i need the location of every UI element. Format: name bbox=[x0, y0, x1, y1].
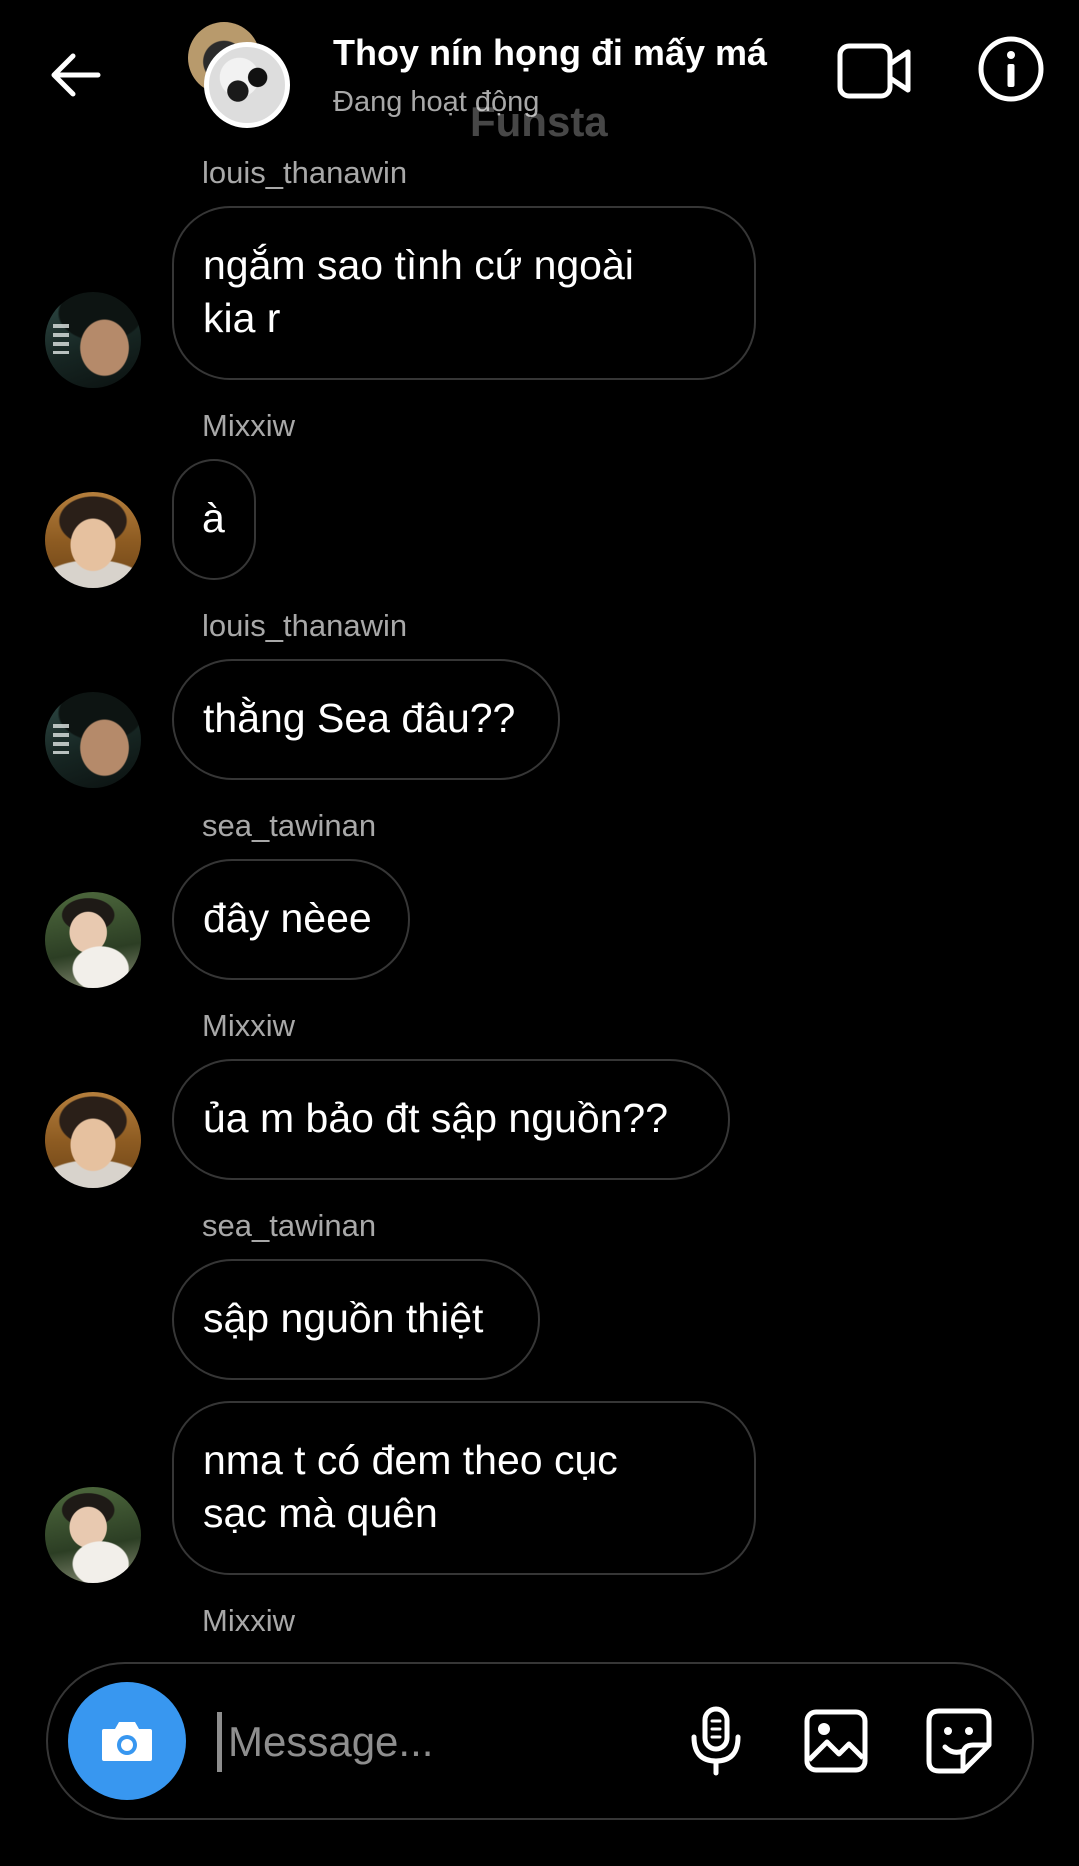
sender-name: louis_thanawin bbox=[202, 155, 408, 190]
sticker-icon bbox=[926, 1708, 992, 1774]
video-camera-icon bbox=[837, 43, 911, 99]
video-call-button[interactable] bbox=[836, 38, 912, 104]
arrow-left-icon bbox=[51, 53, 101, 97]
avatar-mixxiw[interactable] bbox=[45, 492, 141, 588]
avatar-louis-thanawin[interactable] bbox=[45, 692, 141, 788]
back-button[interactable] bbox=[40, 40, 110, 110]
group-avatar-front bbox=[204, 42, 290, 128]
avatar-sea-tawinan[interactable] bbox=[45, 892, 141, 988]
sender-name: Mixxiw bbox=[202, 408, 295, 443]
message-bubble[interactable]: sập nguồn thiệt bbox=[172, 1259, 540, 1380]
sender-name: Mixxiw bbox=[202, 1008, 295, 1043]
sender-name: louis_thanawin bbox=[202, 608, 408, 643]
sender-name: Mixxiw bbox=[202, 1603, 295, 1638]
image-gallery-icon bbox=[804, 1709, 868, 1773]
camera-button[interactable] bbox=[68, 1682, 186, 1800]
camera-icon bbox=[102, 1722, 152, 1761]
group-avatar[interactable] bbox=[188, 22, 292, 128]
avatar-sea-tawinan[interactable] bbox=[45, 1487, 141, 1583]
message-composer bbox=[46, 1662, 1034, 1820]
message-bubble[interactable]: thằng Sea đâu?? bbox=[172, 659, 560, 780]
voice-message-button[interactable] bbox=[678, 1703, 754, 1779]
sticker-button[interactable] bbox=[921, 1703, 997, 1779]
info-button[interactable] bbox=[976, 34, 1046, 104]
message-input[interactable] bbox=[218, 1704, 708, 1780]
message-bubble[interactable]: ủa m bảo đt sập nguồn?? bbox=[172, 1059, 730, 1180]
gallery-button[interactable] bbox=[798, 1703, 874, 1779]
avatar-mixxiw[interactable] bbox=[45, 1092, 141, 1188]
avatar-louis-thanawin[interactable] bbox=[45, 292, 141, 388]
message-bubble[interactable]: à bbox=[172, 459, 256, 580]
chat-header: Thoy nín họng đi mấy má Đang hoạt động F… bbox=[0, 0, 1079, 150]
microphone-icon bbox=[691, 1706, 741, 1776]
sender-name: sea_tawinan bbox=[202, 1208, 377, 1243]
sender-name: sea_tawinan bbox=[202, 808, 377, 843]
message-bubble[interactable]: nma t có đem theo cục sạc mà quên bbox=[172, 1401, 756, 1575]
info-icon bbox=[978, 36, 1044, 102]
message-bubble[interactable]: ngắm sao tình cứ ngoài kia r bbox=[172, 206, 756, 380]
message-bubble[interactable]: đây nèee bbox=[172, 859, 410, 980]
chat-title[interactable]: Thoy nín họng đi mấy má bbox=[333, 32, 767, 74]
watermark: Funsta bbox=[470, 98, 608, 145]
